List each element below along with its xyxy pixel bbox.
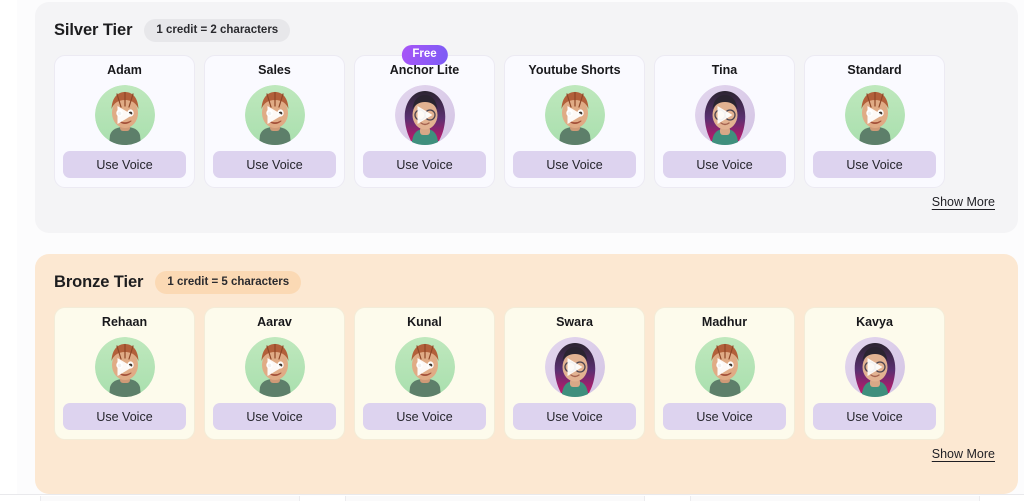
- female-avatar-icon[interactable]: [544, 336, 605, 397]
- play-triangle-icon[interactable]: [117, 105, 132, 124]
- voice-name: Tina: [711, 63, 738, 77]
- voice-card[interactable]: Madhur Use Voice: [654, 307, 795, 440]
- use-voice-button[interactable]: Use Voice: [213, 151, 336, 178]
- tier-header-bronze: Bronze Tier 1 credit = 5 characters: [35, 254, 1018, 294]
- use-voice-button[interactable]: Use Voice: [513, 403, 636, 430]
- show-more-link[interactable]: Show More: [932, 195, 995, 209]
- play-triangle-icon[interactable]: [717, 357, 732, 376]
- play-triangle-icon[interactable]: [117, 357, 132, 376]
- tier-credit-chip: 1 credit = 5 characters: [155, 271, 302, 294]
- tier-title: Silver Tier: [54, 21, 133, 39]
- voice-library-scroll-area[interactable]: Silver Tier 1 credit = 2 characters Adam Us…: [17, 0, 1024, 494]
- play-triangle-icon[interactable]: [567, 357, 582, 376]
- voice-card[interactable]: Kunal Use Voice: [354, 307, 495, 440]
- male-avatar-icon[interactable]: [94, 336, 155, 397]
- voice-name: Standard: [847, 63, 902, 77]
- voice-name: Youtube Shorts: [528, 63, 621, 77]
- show-more-row: Show More: [35, 188, 1018, 209]
- voice-card[interactable]: Youtube Shorts Use Voice: [504, 55, 645, 188]
- male-avatar-icon[interactable]: [244, 84, 305, 145]
- voice-name: Madhur: [701, 315, 748, 329]
- male-avatar-icon[interactable]: [544, 84, 605, 145]
- voice-card[interactable]: Sales Use Voice: [204, 55, 345, 188]
- use-voice-button[interactable]: Use Voice: [363, 151, 486, 178]
- voice-card[interactable]: Rehaan Use Voice: [54, 307, 195, 440]
- play-triangle-icon[interactable]: [867, 105, 882, 124]
- use-voice-button[interactable]: Use Voice: [813, 403, 936, 430]
- tier-credit-chip: 1 credit = 2 characters: [144, 19, 291, 42]
- tier-title: Bronze Tier: [54, 273, 144, 291]
- play-triangle-icon[interactable]: [417, 357, 432, 376]
- play-triangle-icon[interactable]: [267, 357, 282, 376]
- voice-name: Rehaan: [101, 315, 148, 329]
- voice-card[interactable]: Free Anchor Lite Use Voice: [354, 45, 495, 188]
- use-voice-button[interactable]: Use Voice: [363, 403, 486, 430]
- use-voice-button[interactable]: Use Voice: [63, 403, 186, 430]
- clipped-bottom-panel: [0, 494, 1024, 501]
- voice-card-row-bronze: Rehaan Use Voice Aarav Use Voice Kunal Use Vo…: [35, 294, 1018, 440]
- voice-card[interactable]: Aarav Use Voice: [204, 307, 345, 440]
- voice-name: Kavya: [856, 315, 893, 329]
- voice-card[interactable]: Swara Use Voice: [504, 307, 645, 440]
- female-avatar-icon[interactable]: [394, 84, 455, 145]
- free-badge: Free: [401, 45, 448, 66]
- female-avatar-icon[interactable]: [844, 336, 905, 397]
- tier-panel-silver: Silver Tier 1 credit = 2 characters Adam Us…: [35, 2, 1018, 233]
- show-more-row: Show More: [35, 440, 1018, 461]
- voice-name: Kunal: [407, 315, 442, 329]
- use-voice-button[interactable]: Use Voice: [63, 151, 186, 178]
- male-avatar-icon[interactable]: [244, 336, 305, 397]
- female-avatar-icon[interactable]: [694, 84, 755, 145]
- voice-card[interactable]: Tina Use Voice: [654, 55, 795, 188]
- voice-card[interactable]: Kavya Use Voice: [804, 307, 945, 440]
- tier-panel-bronze: Bronze Tier 1 credit = 5 characters Rehaan…: [35, 254, 1018, 494]
- voice-card[interactable]: Adam Use Voice: [54, 55, 195, 188]
- voice-card[interactable]: Standard Use Voice: [804, 55, 945, 188]
- male-avatar-icon[interactable]: [694, 336, 755, 397]
- male-avatar-icon[interactable]: [94, 84, 155, 145]
- male-avatar-icon[interactable]: [394, 336, 455, 397]
- use-voice-button[interactable]: Use Voice: [663, 403, 786, 430]
- voice-name: Sales: [258, 63, 291, 77]
- app-page: Silver Tier 1 credit = 2 characters Adam Us…: [0, 0, 1024, 501]
- tier-header-silver: Silver Tier 1 credit = 2 characters: [35, 2, 1018, 42]
- voice-card-row-silver: Adam Use Voice Sales Use Voice Free Anchor Li…: [35, 42, 1018, 188]
- play-triangle-icon[interactable]: [717, 105, 732, 124]
- male-avatar-icon[interactable]: [844, 84, 905, 145]
- play-triangle-icon[interactable]: [267, 105, 282, 124]
- play-triangle-icon[interactable]: [567, 105, 582, 124]
- use-voice-button[interactable]: Use Voice: [663, 151, 786, 178]
- play-triangle-icon[interactable]: [867, 357, 882, 376]
- voice-name: Swara: [556, 315, 593, 329]
- voice-name: Adam: [107, 63, 142, 77]
- play-triangle-icon[interactable]: [417, 105, 432, 124]
- show-more-link[interactable]: Show More: [932, 447, 995, 461]
- use-voice-button[interactable]: Use Voice: [813, 151, 936, 178]
- use-voice-button[interactable]: Use Voice: [213, 403, 336, 430]
- voice-name: Anchor Lite: [389, 63, 460, 77]
- use-voice-button[interactable]: Use Voice: [513, 151, 636, 178]
- voice-name: Aarav: [257, 315, 292, 329]
